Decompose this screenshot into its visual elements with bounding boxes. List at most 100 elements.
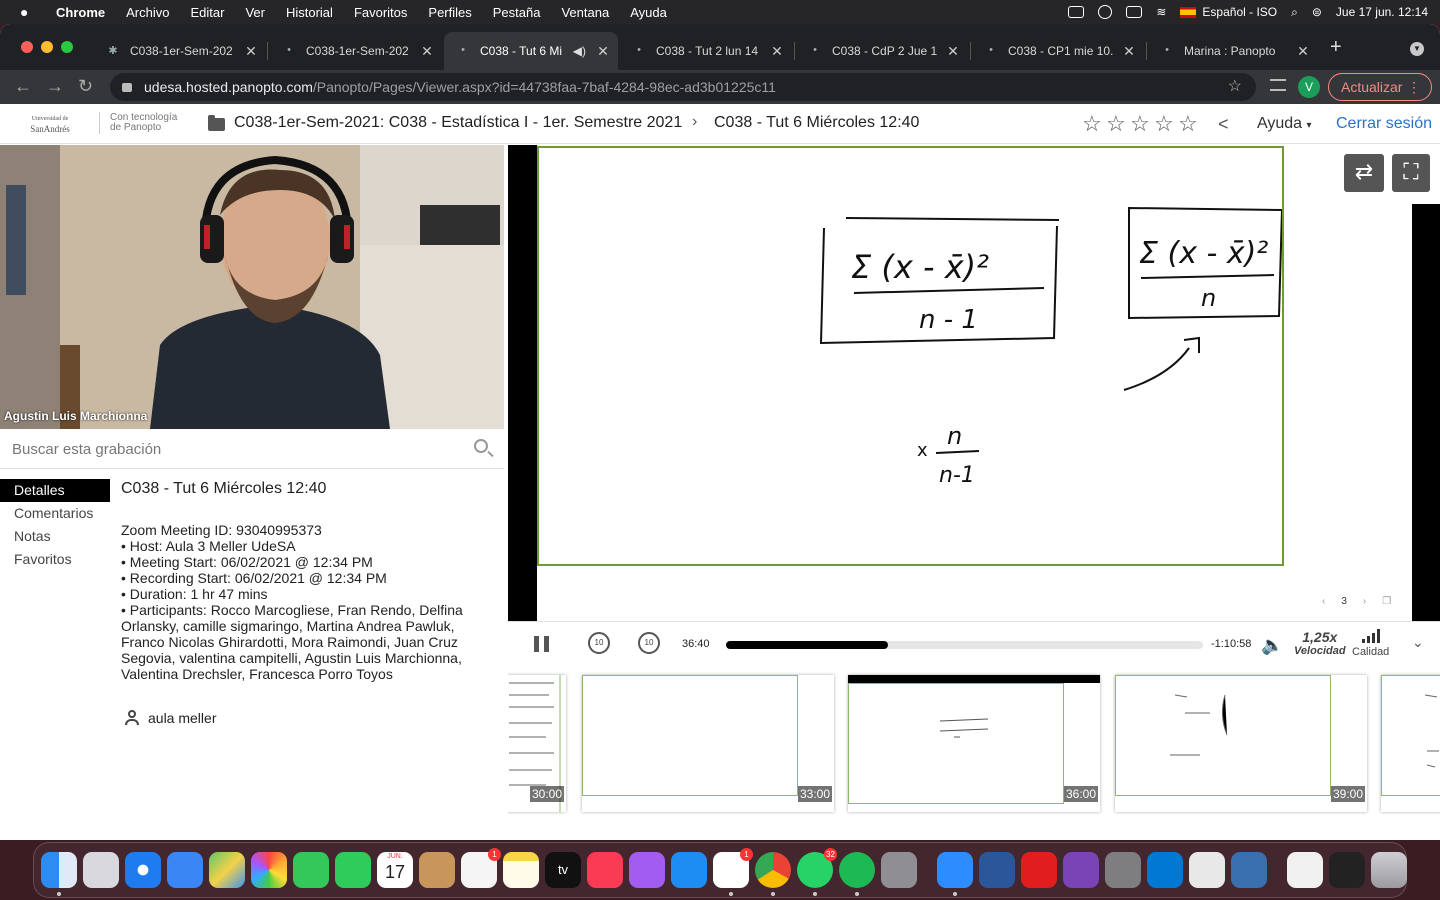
menu-ventana[interactable]: Ventana <box>561 5 609 20</box>
acrobat-icon[interactable] <box>1021 852 1057 888</box>
menu-ver[interactable]: Ver <box>245 5 265 20</box>
menu-favoritos[interactable]: Favoritos <box>354 5 407 20</box>
tab-3-active[interactable]: • C038 - Tut 6 Mi ◀) ✕ <box>444 32 618 70</box>
apple-tv-icon[interactable]: tv <box>545 852 581 888</box>
wifi-icon[interactable]: ≋ <box>1156 5 1166 19</box>
nav-item-notas[interactable]: Notas <box>0 525 110 548</box>
mysql-workbench-icon[interactable] <box>1231 852 1267 888</box>
menu-archivo[interactable]: Archivo <box>126 5 169 20</box>
tab-7[interactable]: • Marina : Panopto ✕ <box>1148 32 1318 70</box>
volume-icon[interactable]: 🔈 <box>1261 635 1283 656</box>
reminders-icon[interactable]: 1 <box>461 848 501 888</box>
zoom-window-button[interactable] <box>61 41 73 53</box>
battery-icon[interactable] <box>1126 6 1143 18</box>
star-icon[interactable]: ☆ <box>1178 111 1200 137</box>
forward-arrow-icon[interactable]: → <box>46 76 64 97</box>
screenshot-stack-icon[interactable] <box>1329 852 1365 888</box>
speed-control[interactable]: 1,25x Velocidad <box>1294 629 1346 657</box>
udesa-logo[interactable]: Universidad de SanAndrés <box>28 114 72 136</box>
vscode-icon[interactable] <box>1147 852 1183 888</box>
thumbnail[interactable]: 39:00 <box>1115 675 1367 812</box>
spotify-icon[interactable] <box>839 852 875 896</box>
speaker-icon[interactable]: ◀) <box>573 44 586 58</box>
tab-close-icon[interactable]: ✕ <box>944 43 962 60</box>
thumbnail-current[interactable]: 36:00 <box>848 675 1100 812</box>
update-button[interactable]: Actualizar ⋮ <box>1328 73 1432 101</box>
input-source[interactable]: Español - ISO <box>1202 5 1277 19</box>
printer-icon[interactable] <box>1189 852 1225 888</box>
menu-editar[interactable]: Editar <box>190 5 224 20</box>
thumbnail[interactable]: 30:00 <box>508 675 566 812</box>
star-icon[interactable]: ☆ <box>1130 111 1152 137</box>
launchpad-icon[interactable] <box>83 852 119 888</box>
messages-icon[interactable] <box>293 852 329 888</box>
slack-icon[interactable]: 1 <box>713 848 753 896</box>
tab-5[interactable]: • C038 - CdP 2 Jue 1 ✕ <box>796 32 968 70</box>
next-slide-icon[interactable]: › <box>1363 596 1366 607</box>
chevron-down-icon[interactable]: ⌄ <box>1412 634 1424 651</box>
pause-button[interactable] <box>534 636 550 652</box>
play-status-icon[interactable] <box>1098 5 1113 19</box>
whatsapp-icon[interactable]: 32 <box>797 848 837 896</box>
forward-10-button[interactable]: 10 <box>638 632 660 654</box>
music-icon[interactable] <box>587 852 623 888</box>
tab-close-icon[interactable]: ✕ <box>242 43 260 60</box>
signout-link[interactable]: Cerrar sesión <box>1336 115 1432 133</box>
chrome-icon[interactable] <box>755 852 791 896</box>
screen-record-icon[interactable] <box>1068 6 1085 18</box>
tab-6[interactable]: • C038 - CP1 mie 10. ✕ <box>972 32 1144 70</box>
menu-pestana[interactable]: Pestaña <box>493 5 541 20</box>
star-icon[interactable]: ☆ <box>1082 111 1104 137</box>
lock-icon[interactable] <box>122 82 132 92</box>
close-window-button[interactable] <box>21 41 33 53</box>
tab-search-icon[interactable]: ▼ <box>1410 42 1424 56</box>
downloads-stack-icon[interactable] <box>1287 852 1323 888</box>
fullscreen-button[interactable]: ⛶ <box>1392 154 1430 192</box>
reading-list-icon[interactable] <box>1270 79 1286 91</box>
thumbnail[interactable]: 33:00 <box>582 675 834 812</box>
finder-icon[interactable] <box>41 852 77 896</box>
apple-icon[interactable]: ● <box>20 4 40 20</box>
podcasts-icon[interactable] <box>629 852 665 888</box>
bookmark-star-icon[interactable]: ☆ <box>1228 76 1242 96</box>
spotlight-icon[interactable]: ⌕ <box>1291 5 1298 20</box>
search-icon[interactable] <box>474 439 488 453</box>
share-icon[interactable]: < <box>1218 114 1229 135</box>
tab-close-icon[interactable]: ✕ <box>594 43 612 60</box>
more-menu-icon[interactable]: ⋮ <box>1407 74 1421 100</box>
tableplus-icon[interactable] <box>1105 852 1141 888</box>
spain-flag-icon[interactable] <box>1180 6 1197 18</box>
menubar-clock[interactable]: Jue 17 jun. 12:14 <box>1336 5 1428 19</box>
menu-perfiles[interactable]: Perfiles <box>428 5 471 20</box>
progress-bar[interactable] <box>726 641 1203 649</box>
tab-close-icon[interactable]: ✕ <box>1294 43 1312 60</box>
breadcrumb-folder[interactable]: C038-1er-Sem-2021: C038 - Estadística I … <box>234 114 682 132</box>
menu-ayuda[interactable]: Ayuda <box>630 5 667 20</box>
app-store-icon[interactable] <box>671 852 707 888</box>
prev-slide-icon[interactable]: ‹ <box>1322 596 1325 607</box>
word-icon[interactable] <box>979 852 1015 888</box>
facetime-icon[interactable] <box>335 852 371 888</box>
profile-avatar[interactable]: V <box>1298 76 1320 98</box>
system-preferences-icon[interactable] <box>881 852 917 888</box>
quality-control[interactable]: Calidad <box>1352 629 1389 658</box>
nav-item-comentarios[interactable]: Comentarios <box>0 502 110 525</box>
mail-icon[interactable] <box>167 852 203 888</box>
star-icon[interactable]: ☆ <box>1106 111 1128 137</box>
tab-close-icon[interactable]: ✕ <box>768 43 786 60</box>
nav-item-detalles[interactable]: Detalles <box>0 479 110 502</box>
minimize-window-button[interactable] <box>41 41 53 53</box>
help-menu[interactable]: Ayuda ▾ <box>1257 115 1312 133</box>
thumbnail[interactable] <box>1381 675 1440 812</box>
star-icon[interactable]: ☆ <box>1154 111 1176 137</box>
trash-icon[interactable] <box>1371 852 1407 888</box>
address-bar[interactable]: udesa.hosted.panopto.com /Panopto/Pages/… <box>110 73 1256 101</box>
control-center-icon[interactable]: ⊜ <box>1312 5 1322 19</box>
safari-icon[interactable] <box>125 852 161 888</box>
tab-2[interactable]: • C038-1er-Sem-202 ✕ <box>270 32 442 70</box>
rewind-10-button[interactable]: 10 <box>588 632 610 654</box>
swap-streams-button[interactable]: ⇄ <box>1344 154 1384 192</box>
tab-close-icon[interactable]: ✕ <box>1120 43 1138 60</box>
photos-icon[interactable] <box>251 852 287 888</box>
zoom-icon[interactable] <box>937 852 973 896</box>
